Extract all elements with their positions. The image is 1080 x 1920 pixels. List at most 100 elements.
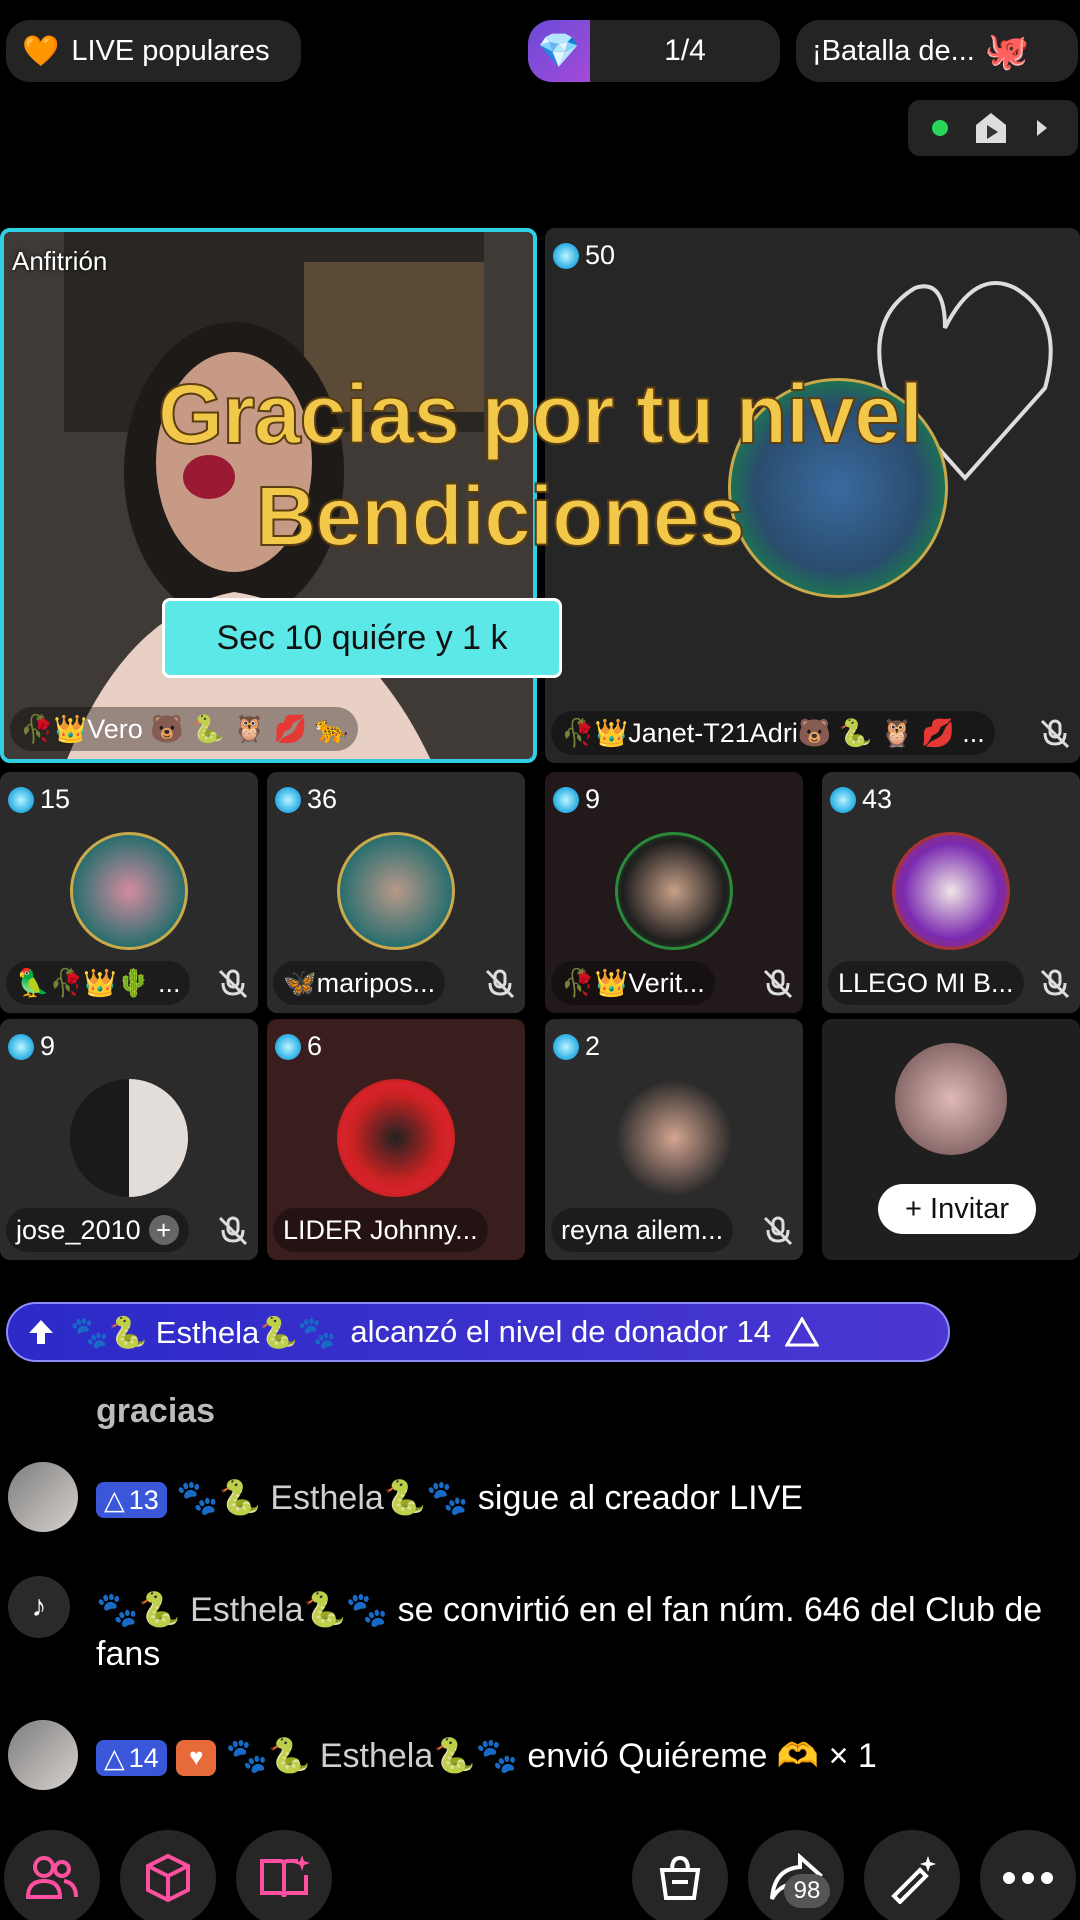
gem-badge: 15 — [8, 784, 70, 815]
guest-name: 🥀👑Janet-T21Adri🐻 🐍 🦉 💋 ... — [551, 711, 995, 755]
box-icon — [146, 1853, 190, 1903]
guest-name: LIDER Johnny... — [273, 1208, 488, 1252]
magic-wand-icon — [891, 1856, 936, 1904]
stream-controls[interactable] — [908, 100, 1078, 156]
mute-icon — [218, 969, 248, 999]
guest-avatar — [615, 832, 733, 950]
level-up-icon — [29, 1320, 53, 1344]
chat-username[interactable]: 🐾🐍 Esthela🐍🐾 — [226, 1737, 518, 1775]
people-button[interactable] — [4, 1830, 100, 1920]
gem-badge: 36 — [275, 784, 337, 815]
guest-name: 🦜🥀👑🌵 ... — [6, 961, 191, 1005]
guest-avatar — [70, 1079, 188, 1197]
overlay-title-line2: Bendiciones — [255, 469, 746, 564]
guest-name: LLEGO MI B... — [828, 961, 1024, 1005]
guest-tile[interactable]: 15 🦜🥀👑🌵 ... — [0, 772, 258, 1013]
avatar[interactable] — [8, 1720, 78, 1790]
guest-avatar — [337, 832, 455, 950]
more-icon — [1003, 1872, 1053, 1884]
guest-name: reyna ailem... — [551, 1208, 734, 1252]
gem-icon — [275, 1033, 301, 1060]
gem-icon — [553, 1033, 579, 1060]
tiktok-icon: ♪ — [8, 1576, 70, 1638]
gem-badge: 43 — [830, 784, 892, 815]
invite-button[interactable]: + Invitar — [878, 1184, 1036, 1234]
more-button[interactable] — [980, 1830, 1076, 1920]
gem-badge: 6 — [275, 1031, 322, 1062]
guest-avatar — [337, 1079, 455, 1197]
shop-button[interactable] — [632, 1830, 728, 1920]
box-button[interactable] — [120, 1830, 216, 1920]
people-icon — [25, 1856, 78, 1899]
guest-avatar — [892, 832, 1010, 950]
chat-username[interactable]: 🐾🐍 Esthela🐍🐾 — [176, 1479, 468, 1517]
chat-text: envió Quiéreme 🫶 × 1 — [527, 1737, 877, 1775]
rank-count: 1/4 — [664, 34, 706, 67]
book-icon — [260, 1855, 310, 1898]
level-triangle-icon: △ — [104, 1742, 125, 1773]
guest-tile[interactable]: 9 jose_2010 + — [0, 1019, 258, 1260]
magic-button[interactable] — [864, 1830, 960, 1920]
live-popular-label: LIVE populares — [71, 34, 270, 67]
gem-icon — [8, 1033, 34, 1060]
battle-pill[interactable]: ¡Batalla de... 🐙 — [796, 20, 1078, 82]
avatar[interactable] — [8, 1462, 78, 1532]
mute-icon — [1040, 969, 1070, 999]
level-badge: △ 13 — [96, 1482, 167, 1519]
guest-tile[interactable]: 36 🦋maripos... — [267, 772, 525, 1013]
gem-icon — [830, 786, 856, 813]
gem-badge: 9 — [553, 784, 600, 815]
mute-icon — [1040, 719, 1070, 749]
sec-banner: Sec 10 quiére y 1 k — [162, 598, 562, 678]
gem-icon — [275, 786, 301, 813]
guest-tile[interactable]: 9 🥀👑Verit... — [545, 772, 803, 1013]
level-triangle-icon — [784, 1317, 819, 1347]
live-dot-icon — [932, 120, 948, 136]
level-badge: △ 14 — [96, 1740, 167, 1777]
guest-name: 🥀👑Verit... — [551, 961, 715, 1005]
chat-text: sigue al creador LIVE — [477, 1479, 803, 1517]
rank-pill[interactable]: 💎 1/4 — [528, 20, 780, 82]
overlay-title-line1: Gracias por tu nivel — [157, 367, 924, 462]
chat-partial-message: gracias — [96, 1392, 216, 1430]
mute-icon — [218, 1216, 248, 1246]
gem-badge: 50 — [553, 240, 615, 271]
mute-icon — [763, 969, 793, 999]
bag-icon — [659, 1855, 701, 1900]
level-text: alcanzó el nivel de donador 14 — [350, 1314, 771, 1349]
chevron-right-icon[interactable] — [1034, 118, 1050, 138]
mute-icon — [763, 1216, 793, 1246]
plus-icon[interactable]: + — [148, 1215, 179, 1245]
host-label: Anfitrión — [12, 246, 108, 276]
guest-tile[interactable]: 43 LLEGO MI B... — [822, 772, 1080, 1013]
chat-username[interactable]: 🐾🐍 Esthela🐍🐾 — [96, 1591, 388, 1629]
host-name: 🥀👑Vero 🐻 🐍 🦉 💋 🐆 — [10, 707, 359, 751]
gem-badge: 2 — [553, 1031, 600, 1062]
heart-icon: 🧡 — [22, 34, 60, 68]
guest-tile[interactable]: 6 LIDER Johnny... — [267, 1019, 525, 1260]
level-up-banner: 🐾🐍 Esthela🐍🐾 alcanzó el nivel de donador… — [6, 1302, 950, 1362]
guest-avatar — [70, 832, 188, 950]
battle-label: ¡Batalla de... — [812, 34, 975, 67]
invite-avatar — [895, 1043, 1007, 1155]
level-triangle-icon: △ — [104, 1484, 125, 1515]
mute-icon — [485, 969, 515, 999]
fan-badge-icon: ♥ — [176, 1740, 217, 1777]
gem-icon — [8, 786, 34, 813]
book-button[interactable] — [236, 1830, 332, 1920]
gem-badge: 9 — [8, 1031, 55, 1062]
share-count: 98 — [784, 1874, 830, 1908]
live-popular-pill[interactable]: 🧡 LIVE populares — [6, 20, 301, 82]
guest-name: jose_2010 + — [6, 1208, 189, 1252]
diamond-icon: 💎 — [528, 20, 590, 82]
guest-name: 🦋maripos... — [273, 961, 446, 1005]
guest-tile[interactable]: 2 reyna ailem... — [545, 1019, 803, 1260]
gem-icon — [553, 242, 579, 269]
octopus-icon: 🐙 — [984, 30, 1030, 71]
guest-avatar — [615, 1079, 733, 1197]
chat-message: △ 13 🐾🐍 Esthela🐍🐾 sigue al creador LIVE — [0, 1460, 1080, 1540]
gem-icon — [553, 786, 579, 813]
level-user: 🐾🐍 Esthela🐍🐾 — [70, 1314, 337, 1350]
chat-message: △ 14 ♥ 🐾🐍 Esthela🐍🐾 envió Quiéreme 🫶 × 1 — [0, 1720, 1080, 1800]
play-icon[interactable] — [972, 111, 1010, 145]
